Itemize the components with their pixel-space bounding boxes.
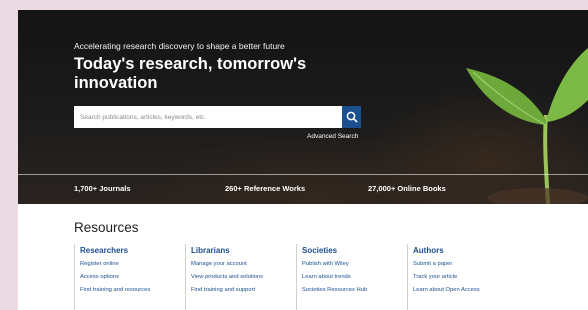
resource-link[interactable]: Find training and resources: [80, 287, 190, 293]
resource-link[interactable]: Societies Resources Hub: [302, 287, 412, 293]
search-input[interactable]: [74, 106, 342, 128]
resource-link[interactable]: Track your article: [413, 274, 523, 280]
resource-link[interactable]: Register online: [80, 261, 190, 267]
column-heading: Librarians: [191, 246, 230, 255]
resource-link[interactable]: Submit a paper: [413, 261, 523, 267]
advanced-search-link[interactable]: Advanced Search: [307, 133, 358, 140]
stat-reference-works-link[interactable]: 260+ Reference Works: [225, 184, 305, 193]
resource-link[interactable]: Learn about trends: [302, 274, 412, 280]
resource-link[interactable]: View products and solutions: [191, 274, 301, 280]
column-heading: Societies: [302, 246, 338, 255]
hero-headline: Today's research, tomorrow's innovation: [74, 55, 307, 92]
column-divider: [74, 244, 75, 310]
resources-column-researchers: Researchers Register online Access optio…: [80, 246, 190, 300]
column-heading: Authors: [413, 246, 444, 255]
stat-journals-link[interactable]: 1,700+ Journals: [74, 184, 131, 193]
hero-tagline: Accelerating research discovery to shape…: [74, 41, 285, 51]
column-heading: Researchers: [80, 246, 129, 255]
resource-link[interactable]: Manage your account: [191, 261, 301, 267]
stat-online-books-link[interactable]: 27,000+ Online Books: [368, 184, 446, 193]
page-frame: Accelerating research discovery to shape…: [18, 10, 588, 310]
resource-link[interactable]: Find training and support: [191, 287, 301, 293]
resource-link[interactable]: Access options: [80, 274, 190, 280]
resources-title: Resources: [74, 220, 139, 235]
search-button[interactable]: [342, 106, 361, 128]
resource-link[interactable]: Publish with Wiley: [302, 261, 412, 267]
resource-link[interactable]: Learn about Open Access: [413, 287, 523, 293]
hero-banner: Accelerating research discovery to shape…: [18, 10, 588, 204]
stats-bar: 1,700+ Journals 260+ Reference Works 27,…: [18, 174, 588, 204]
resources-column-librarians: Librarians Manage your account View prod…: [191, 246, 301, 300]
resources-column-societies: Societies Publish with Wiley Learn about…: [302, 246, 412, 300]
resources-column-authors: Authors Submit a paper Track your articl…: [413, 246, 523, 300]
search-icon: [346, 111, 358, 123]
